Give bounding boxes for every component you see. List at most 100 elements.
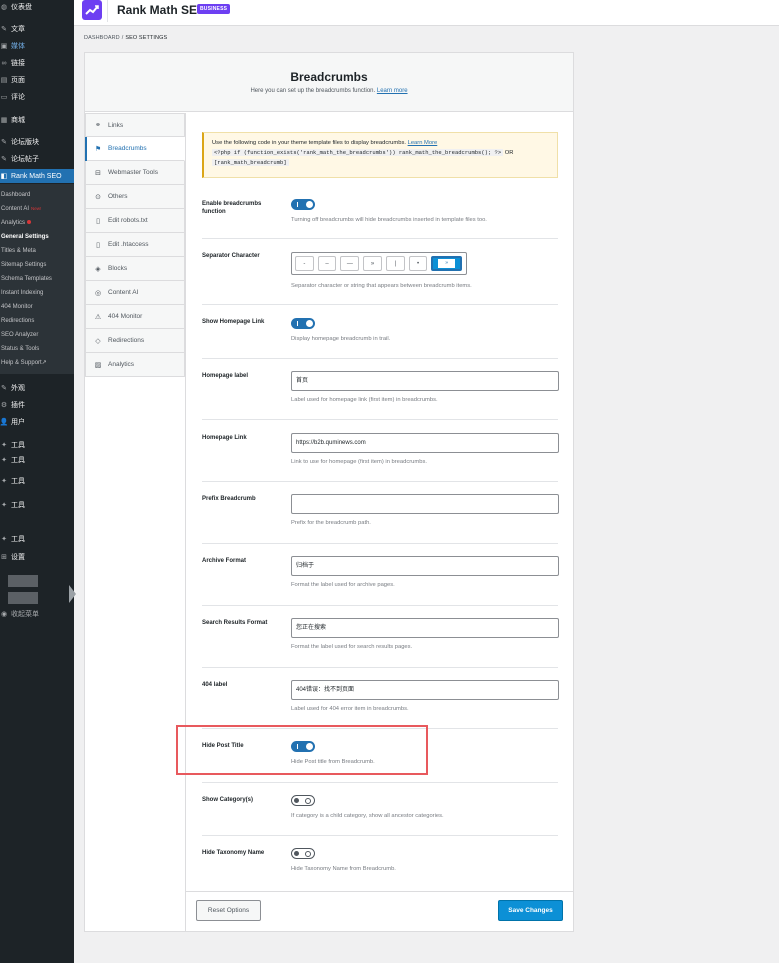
enable-breadcrumbs-desc: Turning off breadcrumbs will hide breadc… [291,217,487,223]
menu-users[interactable]: 👤 用户 [0,415,74,429]
separator-option-hyphen[interactable]: - [295,256,314,271]
notice-learn-more-link[interactable]: Learn More [408,140,438,146]
tab-redirections[interactable]: ◇ Redirections [85,329,185,353]
tab-breadcrumbs[interactable]: ⚑ Breadcrumbs [85,137,185,161]
tab-404-monitor[interactable]: ⚠ 404 Monitor [85,305,185,329]
learn-more-link[interactable]: Learn more [377,88,408,94]
header-divider [107,0,108,22]
menu-forum-sections[interactable]: ✎ 论坛版块 [0,135,74,149]
wrench-icon: ✦ [1,457,7,464]
separator-option-en-dash[interactable]: – [317,256,337,271]
menu-shop[interactable]: ▦ 商城 [0,113,74,127]
brush-icon: ✎ [1,385,7,392]
menu-tools-4[interactable]: ✦ 工具 [0,498,74,512]
separator-option-raquo[interactable]: » [363,256,382,271]
menu-tools-2[interactable]: ✦ 工具 [0,453,74,467]
collapse-icon: ◉ [0,611,8,618]
tab-edit-robots[interactable]: ▯ Edit robots.txt [85,209,185,233]
separator-custom-selected[interactable]: » [431,256,462,271]
label-404-input[interactable]: 404错误：找不到页面 [291,680,559,700]
circle-dots-icon: ⊙ [95,193,101,201]
menu-comments[interactable]: ▭ 评论 [0,90,74,104]
prefix-input[interactable] [291,494,559,514]
submenu-404-monitor[interactable]: 404 Monitor [1,302,33,312]
admin-sidebar: ◍ 仪表盘 ✎ 文章 ▣ 媒体 ∞ 链接 ▤ 页面 ▭ 评论 ▦ 商城 ✎ 论坛版块 ✎ 论坛帖子… [0,0,76,963]
hide-taxonomy-desc: Hide Taxonomy Name from Breadcrumb. [291,866,396,872]
app-title: Rank Math SEO [117,3,207,17]
menu-pages[interactable]: ▤ 页面 [0,73,74,87]
menu-dashboard[interactable]: ◍ 仪表盘 [0,0,74,14]
blurred-menu-item [8,575,38,587]
hide-taxonomy-toggle[interactable] [291,848,315,859]
separator-label: Separator Character [202,253,260,259]
show-category-label: Show Category(s) [202,797,254,803]
enable-breadcrumbs-toggle[interactable] [291,199,315,210]
content-ai-icon: ◎ [94,289,102,297]
breadcrumb-root[interactable]: DASHBOARD [84,35,120,41]
menu-rank-math[interactable]: ◧ Rank Math SEO [0,169,74,183]
show-homepage-label: Show Homepage Link [202,319,265,325]
submenu-titles-meta[interactable]: Titles & Meta [1,246,36,256]
tab-blocks[interactable]: ◈ Blocks [85,257,185,281]
pin-icon: ✎ [1,26,7,33]
homepage-label-desc: Label used for homepage link (first item… [291,397,438,403]
menu-links[interactable]: ∞ 链接 [0,56,74,70]
submenu-dashboard[interactable]: Dashboard [1,190,30,200]
separator-option-pipe[interactable]: | [385,256,405,271]
panel-footer: Reset Options Save Changes [185,891,573,931]
show-category-toggle[interactable] [291,795,315,806]
topic-icon: ✎ [1,156,7,163]
archive-format-input[interactable]: 归档于 [291,556,559,576]
menu-tools-3[interactable]: ✦ 工具 [0,474,74,488]
file-code-icon: ▯ [96,241,100,249]
menu-tools-5[interactable]: ✦ 工具 [0,532,74,546]
wrench-icon: ✦ [1,502,7,509]
submenu-help-support[interactable]: Help & Support↗ [1,358,47,368]
menu-tools-1[interactable]: ✦ 工具 [0,438,74,452]
archive-format-label: Archive Format [202,558,247,564]
divider [202,304,558,305]
submenu-analytics[interactable]: Analytics [1,218,32,228]
homepage-label-input[interactable]: 首页 [291,371,559,391]
submenu-schema[interactable]: Schema Templates [1,274,52,284]
archive-format-desc: Format the label used for archive pages. [291,582,395,588]
settings-content: Use the following code in your theme tem… [185,113,573,931]
tab-content-ai[interactable]: ◎ Content AI [85,281,185,305]
separator-custom-value[interactable]: » [438,259,456,268]
menu-collapse[interactable]: ◉ 收起菜单 [0,607,74,621]
menu-media[interactable]: ▣ 媒体 [0,39,74,53]
save-changes-button[interactable]: Save Changes [498,900,563,921]
menu-appearance[interactable]: ✎ 外观 [0,381,74,395]
separator-option-em-dash[interactable]: — [340,256,360,271]
search-format-input[interactable]: 您正在搜索 [291,618,559,638]
toolbox-icon: ⊟ [95,169,101,177]
submenu-redirections[interactable]: Redirections [1,316,34,326]
settings-panel: Breadcrumbs Here you can set up the brea… [84,52,574,932]
menu-plugins[interactable]: ⚙ 插件 [0,398,74,412]
submenu-status-tools[interactable]: Status & Tools [1,344,39,354]
notification-dot [27,220,32,225]
tab-others[interactable]: ⊙ Others [85,185,185,209]
separator-option-bullet[interactable]: • [408,256,428,271]
submenu-general-settings[interactable]: General Settings [1,232,49,242]
submenu-content-ai[interactable]: Content AI New! [1,204,41,214]
collapse-arrow-icon[interactable] [69,585,76,603]
prefix-label: Prefix Breadcrumb [202,496,256,502]
tab-links[interactable]: ⚭ Links [85,113,185,137]
annotation-highlight-box [176,725,428,775]
tab-analytics[interactable]: ▨ Analytics [85,353,185,377]
submenu-instant-indexing[interactable]: Instant Indexing [1,288,43,298]
menu-posts[interactable]: ✎ 文章 [0,22,74,36]
chart-icon: ▨ [94,361,102,369]
reset-options-button[interactable]: Reset Options [196,900,261,921]
wrench-icon: ✦ [1,536,7,543]
submenu-sitemap[interactable]: Sitemap Settings [1,260,46,270]
show-homepage-toggle[interactable] [291,318,315,329]
menu-forum-topics[interactable]: ✎ 论坛帖子 [0,152,74,166]
divider [202,358,558,359]
tab-webmaster-tools[interactable]: ⊟ Webmaster Tools [85,161,185,185]
submenu-seo-analyzer[interactable]: SEO Analyzer [1,330,38,340]
menu-settings[interactable]: ⊞ 设置 [0,550,74,564]
homepage-link-input[interactable]: https://b2b.quminews.com [291,433,559,453]
tab-edit-htaccess[interactable]: ▯ Edit .htaccess [85,233,185,257]
